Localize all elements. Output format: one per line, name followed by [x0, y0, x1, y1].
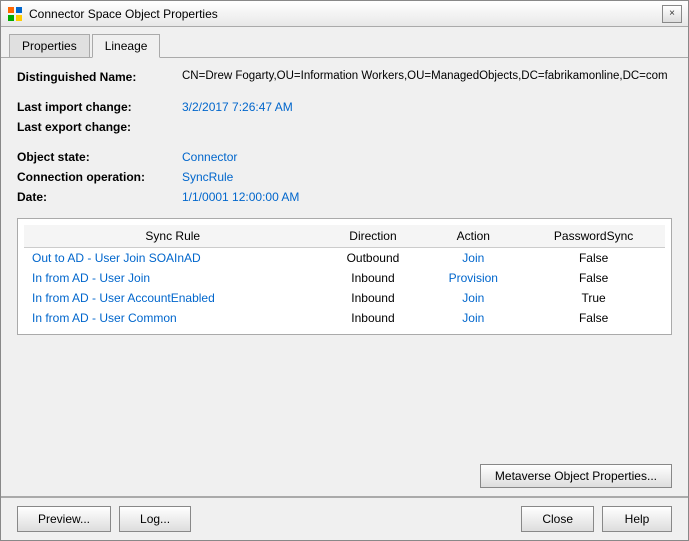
cell-direction: Inbound: [322, 288, 425, 308]
col-direction: Direction: [322, 225, 425, 248]
table-row[interactable]: In from AD - User CommonInboundJoinFalse: [24, 308, 665, 328]
cell-action: Join: [424, 288, 522, 308]
help-button[interactable]: Help: [602, 506, 672, 532]
app-icon: [7, 6, 23, 22]
metaverse-button-row: Metaverse Object Properties...: [1, 456, 688, 496]
cell-sync-rule: Out to AD - User Join SOAInAD: [24, 248, 322, 269]
table-row[interactable]: In from AD - User AccountEnabledInboundJ…: [24, 288, 665, 308]
cell-action: Join: [424, 248, 522, 269]
last-import-label: Last import change:: [17, 100, 182, 114]
object-state-label: Object state:: [17, 150, 182, 164]
col-action: Action: [424, 225, 522, 248]
last-export-label: Last export change:: [17, 120, 182, 134]
close-dialog-button[interactable]: Close: [521, 506, 594, 532]
cell-action: Join: [424, 308, 522, 328]
footer: Preview... Log... Close Help: [1, 496, 688, 540]
window: Connector Space Object Properties × Prop…: [0, 0, 689, 541]
date-row: Date: 1/1/0001 12:00:00 AM: [17, 190, 672, 204]
preview-button[interactable]: Preview...: [17, 506, 111, 532]
cell-action: Provision: [424, 268, 522, 288]
object-state-value: Connector: [182, 150, 237, 164]
cell-password-sync: False: [522, 248, 665, 269]
last-import-value: 3/2/2017 7:26:47 AM: [182, 100, 293, 114]
connection-op-label: Connection operation:: [17, 170, 182, 184]
title-bar: Connector Space Object Properties ×: [1, 1, 688, 27]
cell-password-sync: False: [522, 268, 665, 288]
last-import-row: Last import change: 3/2/2017 7:26:47 AM: [17, 100, 672, 114]
connection-op-row: Connection operation: SyncRule: [17, 170, 672, 184]
date-value: 1/1/0001 12:00:00 AM: [182, 190, 299, 204]
table-row[interactable]: In from AD - User JoinInboundProvisionFa…: [24, 268, 665, 288]
content-area: Distinguished Name: CN=Drew Fogarty,OU=I…: [1, 58, 688, 456]
cell-sync-rule: In from AD - User Common: [24, 308, 322, 328]
close-button[interactable]: ×: [662, 5, 682, 23]
log-button[interactable]: Log...: [119, 506, 191, 532]
window-title: Connector Space Object Properties: [29, 7, 218, 21]
sync-rules-table: Sync Rule Direction Action PasswordSync …: [24, 225, 665, 328]
tab-lineage[interactable]: Lineage: [92, 34, 161, 58]
date-label: Date:: [17, 190, 182, 204]
object-state-row: Object state: Connector: [17, 150, 672, 164]
col-password-sync: PasswordSync: [522, 225, 665, 248]
connection-op-value: SyncRule: [182, 170, 233, 184]
cell-direction: Outbound: [322, 248, 425, 269]
cell-password-sync: False: [522, 308, 665, 328]
table-header-row: Sync Rule Direction Action PasswordSync: [24, 225, 665, 248]
cell-sync-rule: In from AD - User Join: [24, 268, 322, 288]
sync-rules-table-container: Sync Rule Direction Action PasswordSync …: [17, 218, 672, 335]
cell-sync-rule: In from AD - User AccountEnabled: [24, 288, 322, 308]
cell-direction: Inbound: [322, 308, 425, 328]
last-export-row: Last export change:: [17, 120, 672, 134]
cell-direction: Inbound: [322, 268, 425, 288]
distinguished-name-value: CN=Drew Fogarty,OU=Information Workers,O…: [182, 70, 668, 82]
tab-bar: Properties Lineage: [1, 27, 688, 58]
table-row[interactable]: Out to AD - User Join SOAInADOutboundJoi…: [24, 248, 665, 269]
tab-properties[interactable]: Properties: [9, 34, 90, 58]
cell-password-sync: True: [522, 288, 665, 308]
distinguished-name-row: Distinguished Name: CN=Drew Fogarty,OU=I…: [17, 70, 672, 84]
distinguished-name-label: Distinguished Name:: [17, 70, 182, 84]
col-sync-rule: Sync Rule: [24, 225, 322, 248]
metaverse-props-button[interactable]: Metaverse Object Properties...: [480, 464, 672, 488]
